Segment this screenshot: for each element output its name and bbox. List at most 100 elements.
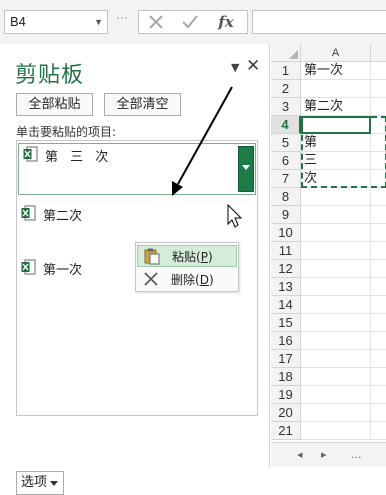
check-icon[interactable] bbox=[175, 11, 205, 33]
cell-a1[interactable]: 第一次 bbox=[301, 62, 371, 80]
worksheet: A 1 第一次 2 3 第二次 4 5 第 6 三 7 次 8 9 10 11 12 13 14 15 16 17 18 19… bbox=[271, 44, 386, 467]
close-icon bbox=[144, 272, 158, 286]
clipboard-pane: 剪贴板 ▼ ✕ 全部粘贴 全部清空 单击要粘贴的项目: 第 三 次 第二次 第一… bbox=[0, 44, 270, 495]
name-box-value: B4 bbox=[10, 14, 26, 29]
context-menu: 粘贴(P) 删除(D) bbox=[135, 242, 239, 292]
excel-icon bbox=[21, 259, 36, 275]
row-header[interactable]: 1 bbox=[271, 62, 301, 80]
cell-a15[interactable] bbox=[301, 314, 371, 332]
menu-item-label: 删除(D) bbox=[171, 273, 214, 287]
chevron-down-icon bbox=[242, 165, 250, 170]
row-header[interactable]: 14 bbox=[271, 296, 301, 314]
clear-all-button[interactable]: 全部清空 bbox=[104, 93, 181, 116]
cell-a2[interactable] bbox=[301, 80, 371, 98]
cell-b16[interactable] bbox=[371, 332, 386, 350]
clipboard-item-label: 第 三 次 bbox=[45, 150, 113, 165]
cell-a10[interactable] bbox=[301, 224, 371, 242]
row-header[interactable]: 20 bbox=[271, 404, 301, 422]
cell-b13[interactable] bbox=[371, 278, 386, 296]
options-label: 选项 bbox=[21, 475, 48, 490]
row-header[interactable]: 5 bbox=[271, 134, 301, 152]
row-header[interactable]: 10 bbox=[271, 224, 301, 242]
cell-b10[interactable] bbox=[371, 224, 386, 242]
cell-a14[interactable] bbox=[301, 296, 371, 314]
cell-b18[interactable] bbox=[371, 368, 386, 386]
pane-title: 剪贴板 bbox=[15, 63, 85, 88]
menu-item-paste[interactable]: 粘贴(P) bbox=[137, 245, 237, 267]
cell-a3[interactable]: 第二次 bbox=[301, 98, 371, 116]
cell-a9[interactable] bbox=[301, 206, 371, 224]
cell-b15[interactable] bbox=[371, 314, 386, 332]
cell-a19[interactable] bbox=[301, 386, 371, 404]
row-header[interactable]: 2 bbox=[271, 80, 301, 98]
row-header[interactable]: 11 bbox=[271, 242, 301, 260]
column-header-b[interactable] bbox=[371, 44, 386, 62]
copy-marquee bbox=[301, 116, 386, 188]
menu-item-label: 粘贴(P) bbox=[172, 250, 213, 264]
row-header[interactable]: 18 bbox=[271, 368, 301, 386]
close-icon[interactable]: ✕ bbox=[246, 56, 260, 76]
row-header[interactable]: 16 bbox=[271, 332, 301, 350]
cell-b8[interactable] bbox=[371, 188, 386, 206]
cell-a16[interactable] bbox=[301, 332, 371, 350]
cell-b1[interactable] bbox=[371, 62, 386, 80]
cell-b19[interactable] bbox=[371, 386, 386, 404]
item-dropdown-button[interactable] bbox=[238, 146, 254, 192]
tab-more-icon[interactable]: ... bbox=[351, 448, 362, 461]
row-header[interactable]: 15 bbox=[271, 314, 301, 332]
clipboard-item-label: 第二次 bbox=[43, 209, 83, 224]
row-header[interactable]: 7 bbox=[271, 170, 301, 188]
name-box[interactable]: B4 ▼ bbox=[4, 10, 108, 34]
cell-b12[interactable] bbox=[371, 260, 386, 278]
cell-a21[interactable] bbox=[301, 422, 371, 440]
chevron-down-icon[interactable]: ▼ bbox=[94, 11, 103, 33]
row-header[interactable]: 17 bbox=[271, 350, 301, 368]
paste-icon bbox=[144, 248, 160, 265]
row-header[interactable]: 13 bbox=[271, 278, 301, 296]
options-button[interactable]: 选项 bbox=[16, 471, 64, 495]
formula-input[interactable] bbox=[252, 10, 386, 34]
clipboard-item-label: 第一次 bbox=[43, 263, 83, 278]
cell-a20[interactable] bbox=[301, 404, 371, 422]
clipboard-item[interactable]: 第二次 bbox=[17, 203, 257, 227]
row-header[interactable]: 6 bbox=[271, 152, 301, 170]
row-header[interactable]: 9 bbox=[271, 206, 301, 224]
cell-a18[interactable] bbox=[301, 368, 371, 386]
paste-all-button[interactable]: 全部粘贴 bbox=[16, 93, 93, 116]
cell-a17[interactable] bbox=[301, 350, 371, 368]
cell-a13[interactable] bbox=[301, 278, 371, 296]
row-header[interactable]: 12 bbox=[271, 260, 301, 278]
drag-handle-icon[interactable]: ⋮ bbox=[115, 12, 132, 32]
cell-b20[interactable] bbox=[371, 404, 386, 422]
sheet-tab-bar: ◂ ▸ ... bbox=[271, 442, 386, 467]
cell-b9[interactable] bbox=[371, 206, 386, 224]
cell-a12[interactable] bbox=[301, 260, 371, 278]
tab-prev-icon[interactable]: ◂ bbox=[297, 448, 303, 461]
row-header[interactable]: 3 bbox=[271, 98, 301, 116]
clipboard-item[interactable]: 第 三 次 bbox=[18, 143, 256, 195]
close-icon[interactable] bbox=[141, 11, 171, 33]
excel-icon bbox=[21, 205, 36, 221]
formula-bar: B4 ▼ ⋮ fx bbox=[0, 0, 386, 44]
cell-b2[interactable] bbox=[371, 80, 386, 98]
cell-b21[interactable] bbox=[371, 422, 386, 440]
formula-buttons: fx bbox=[138, 10, 248, 34]
cell-a11[interactable] bbox=[301, 242, 371, 260]
items-instruction: 单击要粘贴的项目: bbox=[16, 125, 117, 139]
function-icon[interactable]: fx bbox=[211, 11, 241, 33]
select-all-corner[interactable] bbox=[271, 44, 301, 62]
cell-a8[interactable] bbox=[301, 188, 371, 206]
row-header[interactable]: 19 bbox=[271, 386, 301, 404]
cell-b17[interactable] bbox=[371, 350, 386, 368]
row-header[interactable]: 8 bbox=[271, 188, 301, 206]
excel-icon bbox=[23, 146, 38, 162]
cell-b3[interactable] bbox=[371, 98, 386, 116]
row-header[interactable]: 4 bbox=[271, 116, 301, 134]
row-header[interactable]: 21 bbox=[271, 422, 301, 440]
column-header-a[interactable]: A bbox=[301, 44, 371, 62]
cell-b11[interactable] bbox=[371, 242, 386, 260]
pane-options-icon[interactable]: ▼ bbox=[231, 61, 239, 74]
menu-item-delete[interactable]: 删除(D) bbox=[137, 269, 237, 291]
cell-b14[interactable] bbox=[371, 296, 386, 314]
tab-next-icon[interactable]: ▸ bbox=[321, 448, 327, 461]
